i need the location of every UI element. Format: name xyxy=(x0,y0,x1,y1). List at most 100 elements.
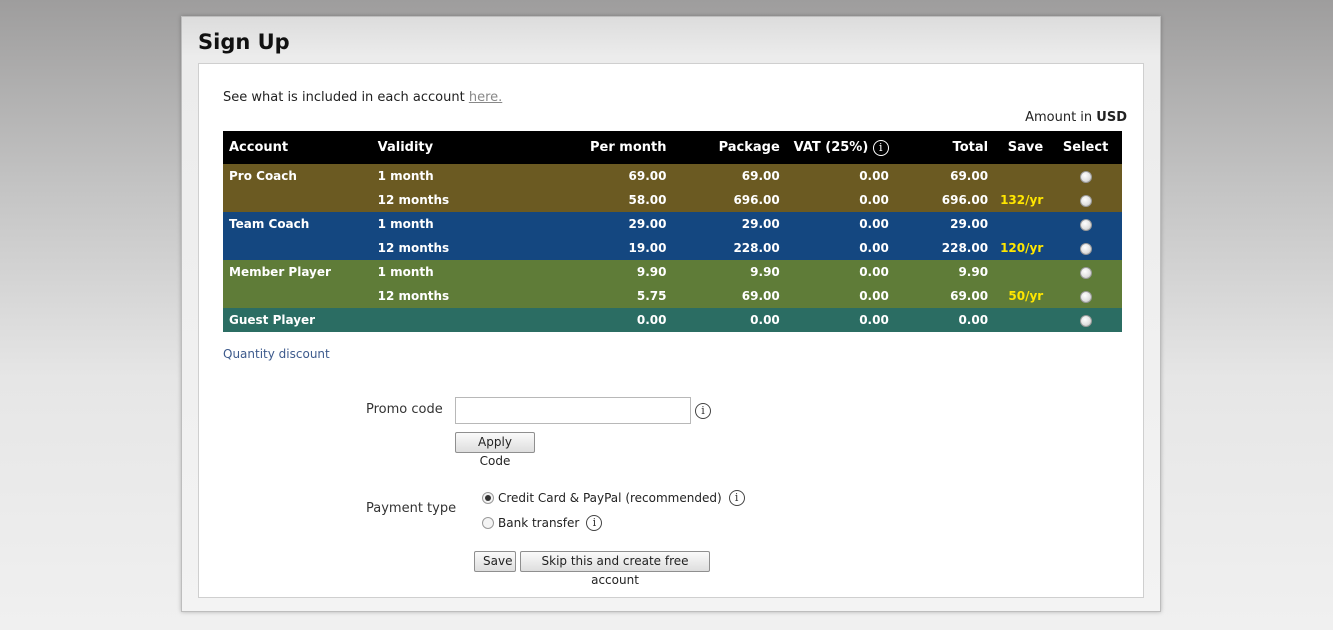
promo-info-icon[interactable]: i xyxy=(695,403,711,419)
plan-select-radio[interactable] xyxy=(1079,242,1092,255)
quantity-discount-link[interactable]: Quantity discount xyxy=(223,347,330,361)
cell-validity: 12 months xyxy=(371,236,521,260)
cell-vat: 0.00 xyxy=(785,188,895,212)
payment-option-credit-card[interactable]: Credit Card & PayPal (recommended) i xyxy=(482,490,745,506)
cell-validity: 1 month xyxy=(371,260,521,284)
credit-card-label: Credit Card & PayPal (recommended) xyxy=(498,491,722,505)
apply-code-button[interactable]: Apply Code xyxy=(455,432,535,468)
cell-validity: 1 month xyxy=(371,212,521,236)
cell-package: 0.00 xyxy=(672,308,786,332)
signup-panel: Sign Up See what is included in each acc… xyxy=(181,16,1161,612)
bank-transfer-info-icon[interactable]: i xyxy=(586,515,603,531)
plans-table: Account Validity Per month Package VAT (… xyxy=(223,131,1122,332)
cell-save xyxy=(994,212,1050,236)
cell-account: Member Player xyxy=(223,260,372,284)
currency-code: USD xyxy=(1096,110,1127,125)
table-row[interactable]: Pro Coach 1 month 69.00 69.00 0.00 69.00 xyxy=(223,164,1122,188)
header-per-month: Per month xyxy=(520,131,673,164)
cell-account: Pro Coach xyxy=(223,164,372,188)
vat-info-icon[interactable]: i xyxy=(872,139,889,156)
cell-package: 9.90 xyxy=(672,260,786,284)
plan-select-radio[interactable] xyxy=(1079,314,1092,327)
table-row[interactable]: Guest Player 0.00 0.00 0.00 0.00 xyxy=(223,308,1122,332)
cell-validity: 12 months xyxy=(371,284,521,308)
header-validity: Validity xyxy=(371,131,521,164)
payment-option-bank-transfer[interactable]: Bank transfer i xyxy=(482,515,603,531)
cell-per-month: 19.00 xyxy=(520,236,673,260)
cell-save xyxy=(994,308,1050,332)
cell-account xyxy=(223,236,372,260)
cell-per-month: 29.00 xyxy=(520,212,673,236)
plan-select-radio[interactable] xyxy=(1079,194,1092,207)
header-select: Select xyxy=(1049,131,1122,164)
cell-vat: 0.00 xyxy=(785,284,895,308)
credit-card-radio[interactable] xyxy=(482,492,494,504)
cell-save xyxy=(994,164,1050,188)
cell-validity: 1 month xyxy=(371,164,521,188)
intro-text: See what is included in each account her… xyxy=(223,90,502,105)
cell-select xyxy=(1049,284,1122,308)
cell-account xyxy=(223,188,372,212)
cell-per-month: 9.90 xyxy=(520,260,673,284)
plan-select-radio[interactable] xyxy=(1079,170,1092,183)
header-account: Account xyxy=(223,131,372,164)
cell-save: 120/yr xyxy=(994,236,1050,260)
header-vat-label: VAT (25%) xyxy=(793,139,869,155)
cell-account: Team Coach xyxy=(223,212,372,236)
plan-select-radio[interactable] xyxy=(1079,266,1092,279)
cell-save: 50/yr xyxy=(994,284,1050,308)
plans-table-body: Pro Coach 1 month 69.00 69.00 0.00 69.00 12 mo… xyxy=(223,164,1122,332)
cell-vat: 0.00 xyxy=(785,260,895,284)
cell-package: 29.00 xyxy=(672,212,786,236)
cell-save xyxy=(994,260,1050,284)
plan-select-radio[interactable] xyxy=(1079,218,1092,231)
skip-create-free-account-button[interactable]: Skip this and create free account xyxy=(520,551,710,587)
cell-vat: 0.00 xyxy=(785,308,895,332)
header-vat: VAT (25%) i xyxy=(785,131,895,164)
table-row[interactable]: Member Player 1 month 9.90 9.90 0.00 9.90 xyxy=(223,260,1122,284)
header-save: Save xyxy=(994,131,1050,164)
cell-select xyxy=(1049,188,1122,212)
signup-content: See what is included in each account her… xyxy=(198,63,1144,598)
table-row[interactable]: 12 months 19.00 228.00 0.00 228.00 120/yr xyxy=(223,236,1122,260)
cell-select xyxy=(1049,236,1122,260)
cell-account: Guest Player xyxy=(223,308,372,332)
cell-package: 696.00 xyxy=(672,188,786,212)
cell-package: 69.00 xyxy=(672,284,786,308)
cell-package: 228.00 xyxy=(672,236,786,260)
promo-code-label: Promo code xyxy=(366,402,443,417)
credit-card-info-icon[interactable]: i xyxy=(728,490,745,506)
table-row[interactable]: Team Coach 1 month 29.00 29.00 0.00 29.00 xyxy=(223,212,1122,236)
promo-code-input[interactable] xyxy=(455,397,691,424)
plan-select-radio[interactable] xyxy=(1079,290,1092,303)
cell-account xyxy=(223,284,372,308)
payment-type-label: Payment type xyxy=(366,501,457,516)
cell-validity: 12 months xyxy=(371,188,521,212)
page-title: Sign Up xyxy=(198,30,290,54)
cell-total: 9.90 xyxy=(894,260,995,284)
bank-transfer-label: Bank transfer xyxy=(498,516,580,530)
cell-select xyxy=(1049,164,1122,188)
amount-label: Amount in xyxy=(1025,110,1097,125)
cell-total: 29.00 xyxy=(894,212,995,236)
cell-vat: 0.00 xyxy=(785,236,895,260)
cell-select xyxy=(1049,212,1122,236)
cell-per-month: 69.00 xyxy=(520,164,673,188)
save-button[interactable]: Save xyxy=(474,551,516,572)
cell-select xyxy=(1049,308,1122,332)
cell-save: 132/yr xyxy=(994,188,1050,212)
included-features-link[interactable]: here. xyxy=(469,90,502,105)
table-row[interactable]: 12 months 58.00 696.00 0.00 696.00 132/yr xyxy=(223,188,1122,212)
cell-total: 69.00 xyxy=(894,284,995,308)
cell-per-month: 0.00 xyxy=(520,308,673,332)
table-row[interactable]: 12 months 5.75 69.00 0.00 69.00 50/yr xyxy=(223,284,1122,308)
cell-total: 0.00 xyxy=(894,308,995,332)
cell-validity xyxy=(371,308,521,332)
cell-total: 696.00 xyxy=(894,188,995,212)
intro-label: See what is included in each account xyxy=(223,90,469,105)
header-total: Total xyxy=(894,131,995,164)
header-package: Package xyxy=(672,131,786,164)
cell-select xyxy=(1049,260,1122,284)
bank-transfer-radio[interactable] xyxy=(482,517,494,529)
cell-per-month: 58.00 xyxy=(520,188,673,212)
